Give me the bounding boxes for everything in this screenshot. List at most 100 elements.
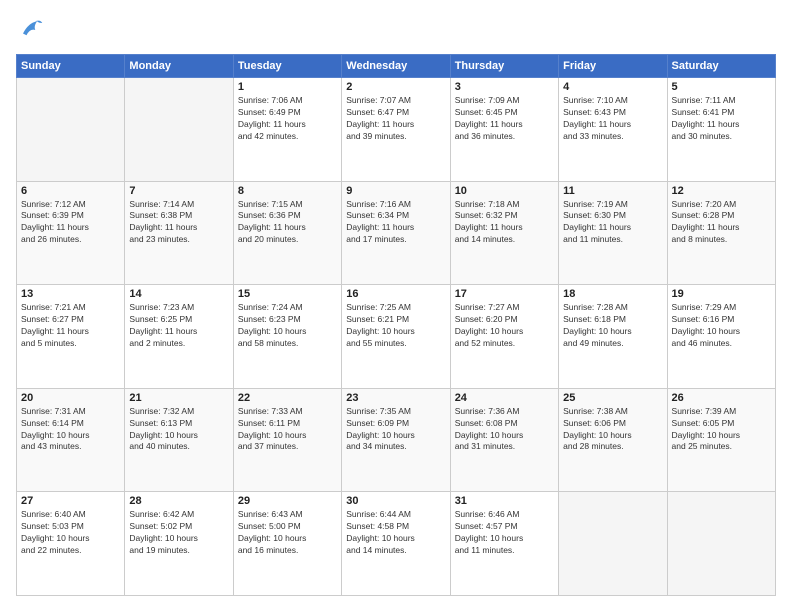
day-info: Sunrise: 7:19 AM Sunset: 6:30 PM Dayligh… — [563, 199, 662, 247]
day-info: Sunrise: 7:10 AM Sunset: 6:43 PM Dayligh… — [563, 95, 662, 143]
day-number: 13 — [21, 288, 120, 300]
weekday-header: Tuesday — [233, 55, 341, 78]
calendar-cell: 10 Sunrise: 7:18 AM Sunset: 6:32 PM Dayli… — [450, 181, 558, 285]
day-info: Sunrise: 7:14 AM Sunset: 6:38 PM Dayligh… — [129, 199, 228, 247]
day-info: Sunrise: 7:27 AM Sunset: 6:20 PM Dayligh… — [455, 302, 554, 350]
day-number: 5 — [672, 81, 771, 93]
day-number: 7 — [129, 185, 228, 197]
weekday-header: Thursday — [450, 55, 558, 78]
calendar-cell: 21 Sunrise: 7:32 AM Sunset: 6:13 PM Dayli… — [125, 388, 233, 492]
calendar-cell: 7 Sunrise: 7:14 AM Sunset: 6:38 PM Daylig… — [125, 181, 233, 285]
day-info: Sunrise: 6:44 AM Sunset: 4:58 PM Dayligh… — [346, 509, 445, 557]
day-info: Sunrise: 7:07 AM Sunset: 6:47 PM Dayligh… — [346, 95, 445, 143]
calendar-cell: 9Sunrise: 7:16 AM Sunset: 6:34 PM Daylig… — [342, 181, 450, 285]
day-number: 12 — [672, 185, 771, 197]
day-info: Sunrise: 7:25 AM Sunset: 6:21 PM Dayligh… — [346, 302, 445, 350]
day-info: Sunrise: 7:06 AM Sunset: 6:49 PM Dayligh… — [238, 95, 337, 143]
calendar-cell: 26Sunrise: 7:39 AM Sunset: 6:05 PM Dayli… — [667, 388, 775, 492]
day-number: 18 — [563, 288, 662, 300]
calendar-cell: 28Sunrise: 6:42 AM Sunset: 5:02 PM Dayli… — [125, 492, 233, 596]
calendar-cell: 12 Sunrise: 7:20 AM Sunset: 6:28 PM Dayli… — [667, 181, 775, 285]
weekday-header: Friday — [559, 55, 667, 78]
day-number: 20 — [21, 392, 120, 404]
day-info: Sunrise: 7:12 AM Sunset: 6:39 PM Dayligh… — [21, 199, 120, 247]
day-number: 22 — [238, 392, 337, 404]
day-info: Sunrise: 7:09 AM Sunset: 6:45 PM Dayligh… — [455, 95, 554, 143]
day-info: Sunrise: 7:36 AM Sunset: 6:08 PM Dayligh… — [455, 406, 554, 454]
calendar-cell: 8 Sunrise: 7:15 AM Sunset: 6:36 PM Daylig… — [233, 181, 341, 285]
calendar-cell: 13 Sunrise: 7:21 AM Sunset: 6:27 PM Dayli… — [17, 285, 125, 389]
calendar-cell: 14Sunrise: 7:23 AM Sunset: 6:25 PM Dayli… — [125, 285, 233, 389]
calendar-cell: 2 Sunrise: 7:07 AM Sunset: 6:47 PM Daylig… — [342, 78, 450, 182]
day-info: Sunrise: 7:32 AM Sunset: 6:13 PM Dayligh… — [129, 406, 228, 454]
day-number: 27 — [21, 495, 120, 507]
calendar-cell: 19 Sunrise: 7:29 AM Sunset: 6:16 PM Dayli… — [667, 285, 775, 389]
day-number: 24 — [455, 392, 554, 404]
calendar-week-row: 13 Sunrise: 7:21 AM Sunset: 6:27 PM Dayli… — [17, 285, 776, 389]
calendar-cell: 25 Sunrise: 7:38 AM Sunset: 6:06 PM Dayli… — [559, 388, 667, 492]
calendar-cell: 27 Sunrise: 6:40 AM Sunset: 5:03 PM Dayli… — [17, 492, 125, 596]
calendar-cell: 31Sunrise: 6:46 AM Sunset: 4:57 PM Dayli… — [450, 492, 558, 596]
calendar-cell: 1 Sunrise: 7:06 AM Sunset: 6:49 PM Daylig… — [233, 78, 341, 182]
day-info: Sunrise: 7:28 AM Sunset: 6:18 PM Dayligh… — [563, 302, 662, 350]
calendar-table: SundayMondayTuesdayWednesdayThursdayFrid… — [16, 54, 776, 596]
day-info: Sunrise: 7:31 AM Sunset: 6:14 PM Dayligh… — [21, 406, 120, 454]
day-number: 8 — [238, 185, 337, 197]
calendar-cell: 20 Sunrise: 7:31 AM Sunset: 6:14 PM Dayli… — [17, 388, 125, 492]
day-number: 2 — [346, 81, 445, 93]
calendar-cell: 29Sunrise: 6:43 AM Sunset: 5:00 PM Dayli… — [233, 492, 341, 596]
day-number: 1 — [238, 81, 337, 93]
day-info: Sunrise: 7:35 AM Sunset: 6:09 PM Dayligh… — [346, 406, 445, 454]
day-number: 15 — [238, 288, 337, 300]
calendar-cell: 16 Sunrise: 7:25 AM Sunset: 6:21 PM Dayli… — [342, 285, 450, 389]
calendar-cell: 24 Sunrise: 7:36 AM Sunset: 6:08 PM Dayli… — [450, 388, 558, 492]
day-number: 4 — [563, 81, 662, 93]
day-info: Sunrise: 7:16 AM Sunset: 6:34 PM Dayligh… — [346, 199, 445, 247]
day-number: 29 — [238, 495, 337, 507]
day-info: Sunrise: 7:24 AM Sunset: 6:23 PM Dayligh… — [238, 302, 337, 350]
day-number: 3 — [455, 81, 554, 93]
day-info: Sunrise: 7:29 AM Sunset: 6:16 PM Dayligh… — [672, 302, 771, 350]
header — [16, 16, 776, 44]
day-number: 21 — [129, 392, 228, 404]
calendar-week-row: 27 Sunrise: 6:40 AM Sunset: 5:03 PM Dayli… — [17, 492, 776, 596]
day-number: 10 — [455, 185, 554, 197]
calendar-cell: 6 Sunrise: 7:12 AM Sunset: 6:39 PM Daylig… — [17, 181, 125, 285]
day-number: 6 — [21, 185, 120, 197]
day-number: 19 — [672, 288, 771, 300]
calendar-cell: 15 Sunrise: 7:24 AM Sunset: 6:23 PM Dayli… — [233, 285, 341, 389]
day-info: Sunrise: 6:40 AM Sunset: 5:03 PM Dayligh… — [21, 509, 120, 557]
calendar-cell: 4 Sunrise: 7:10 AM Sunset: 6:43 PM Daylig… — [559, 78, 667, 182]
day-number: 30 — [346, 495, 445, 507]
day-info: Sunrise: 7:39 AM Sunset: 6:05 PM Dayligh… — [672, 406, 771, 454]
weekday-header-row: SundayMondayTuesdayWednesdayThursdayFrid… — [17, 55, 776, 78]
day-number: 28 — [129, 495, 228, 507]
calendar-cell: 5 Sunrise: 7:11 AM Sunset: 6:41 PM Daylig… — [667, 78, 775, 182]
calendar-cell: 3 Sunrise: 7:09 AM Sunset: 6:45 PM Daylig… — [450, 78, 558, 182]
calendar-cell: 11 Sunrise: 7:19 AM Sunset: 6:30 PM Dayli… — [559, 181, 667, 285]
calendar-week-row: 20 Sunrise: 7:31 AM Sunset: 6:14 PM Dayli… — [17, 388, 776, 492]
day-number: 14 — [129, 288, 228, 300]
logo — [16, 16, 48, 44]
calendar-week-row: 1 Sunrise: 7:06 AM Sunset: 6:49 PM Daylig… — [17, 78, 776, 182]
day-info: Sunrise: 7:38 AM Sunset: 6:06 PM Dayligh… — [563, 406, 662, 454]
day-number: 11 — [563, 185, 662, 197]
day-info: Sunrise: 7:20 AM Sunset: 6:28 PM Dayligh… — [672, 199, 771, 247]
day-info: Sunrise: 7:21 AM Sunset: 6:27 PM Dayligh… — [21, 302, 120, 350]
weekday-header: Monday — [125, 55, 233, 78]
day-number: 23 — [346, 392, 445, 404]
day-info: Sunrise: 7:18 AM Sunset: 6:32 PM Dayligh… — [455, 199, 554, 247]
calendar-cell — [559, 492, 667, 596]
weekday-header: Saturday — [667, 55, 775, 78]
day-info: Sunrise: 7:11 AM Sunset: 6:41 PM Dayligh… — [672, 95, 771, 143]
weekday-header: Wednesday — [342, 55, 450, 78]
calendar-cell: 17 Sunrise: 7:27 AM Sunset: 6:20 PM Dayli… — [450, 285, 558, 389]
day-number: 25 — [563, 392, 662, 404]
day-number: 16 — [346, 288, 445, 300]
day-number: 17 — [455, 288, 554, 300]
calendar-cell — [667, 492, 775, 596]
weekday-header: Sunday — [17, 55, 125, 78]
day-info: Sunrise: 7:15 AM Sunset: 6:36 PM Dayligh… — [238, 199, 337, 247]
day-number: 31 — [455, 495, 554, 507]
calendar-cell: 18 Sunrise: 7:28 AM Sunset: 6:18 PM Dayli… — [559, 285, 667, 389]
